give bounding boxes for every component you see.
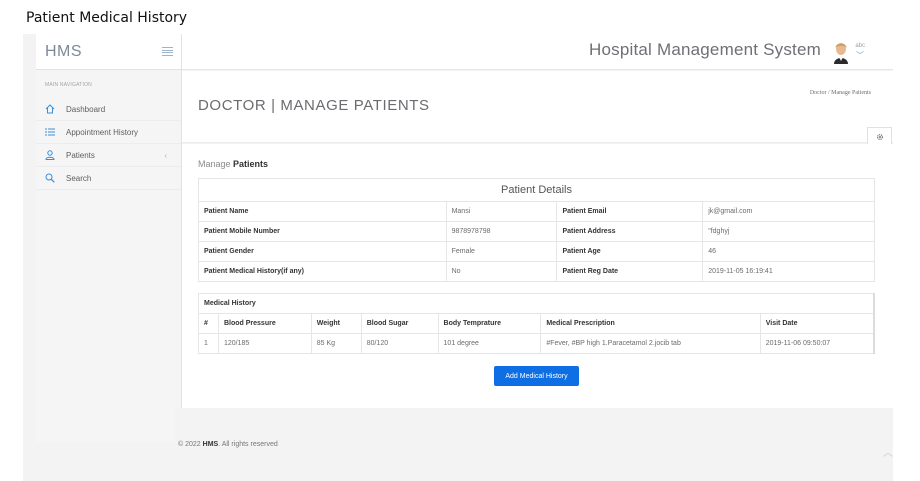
user-icon [44,150,56,160]
copyright-suffix: . All rights reserved [218,441,278,448]
search-icon [44,173,56,183]
sidebar-item-patients[interactable]: Patients ‹ [36,144,181,167]
app-frame: HMS MAIN NAVIGATION Dashboard Appointmen… [23,34,893,481]
table-row: Patient Name Mansi Patient Email jk@gmai… [198,201,875,222]
table-cell: 2019-11-06 09:50:07 [759,333,875,354]
field-value: No [445,261,558,282]
table-cell: #Fever, #BP high 1.Paracetamol 2.jocib t… [540,333,761,354]
column-header: Weight [310,313,362,334]
gear-icon [876,133,884,143]
sidebar-item-dashboard[interactable]: Dashboard [36,98,181,121]
home-icon [44,104,56,114]
column-header: Blood Sugar [360,313,439,334]
add-medical-history-button[interactable]: Add Medical History [494,366,579,386]
field-label: Patient Mobile Number [198,221,447,242]
table-header-row: # Blood Pressure Weight Blood Sugar Body… [198,313,875,334]
chevron-down-icon[interactable]: ﹀ [856,50,864,61]
field-label: Patient Age [556,241,704,262]
sidebar: HMS MAIN NAVIGATION Dashboard Appointmen… [36,34,182,442]
sidebar-item-label: Dashboard [66,104,106,114]
field-value: jk@gmail.com [702,201,875,222]
section-label-bold: Patients [233,159,269,169]
top-header: Hospital Management System abc ﹀ [182,34,893,70]
field-value: "fdghyj [702,221,875,242]
table-cell: 1 [198,333,219,354]
field-label: Patient Address [556,221,704,242]
field-label: Patient Gender [198,241,447,262]
medical-history-table: Medical History # Blood Pressure Weight … [198,293,875,354]
section-label-prefix: Manage [198,159,231,169]
table-caption-row: Medical History [198,293,875,314]
patient-details-table: Patient Details Patient Name Mansi Patie… [198,178,875,282]
field-label: Patient Medical History(if any) [198,261,447,282]
footer: © 2022 HMS. All rights reserved ︿ [175,408,893,468]
field-value: Female [445,241,558,262]
page-title-band: DOCTOR | MANAGE PATIENTS Doctor / Manage… [182,71,893,149]
table-caption-row: Patient Details [198,178,875,202]
field-label: Patient Name [198,201,447,222]
user-avatar[interactable] [831,40,851,64]
scroll-to-top-icon[interactable]: ︿ [883,444,893,459]
menu-toggle-icon[interactable] [162,47,173,56]
brand-bar: HMS [36,34,181,70]
column-header: Visit Date [759,313,875,334]
sidebar-item-label: Appointment History [66,127,139,137]
system-title: Hospital Management System [589,40,821,59]
table-caption: Patient Details [198,178,875,202]
sidebar-item-label: Patients [66,150,95,160]
sidebar-item-appointment-history[interactable]: Appointment History [36,121,181,144]
nav-heading: MAIN NAVIGATION [45,82,92,88]
table-caption: Medical History [198,293,875,314]
table-cell: 120/185 [217,333,312,354]
field-value: 9878978798 [445,221,558,242]
table-cell: 101 degree [437,333,542,354]
column-header: Blood Pressure [217,313,312,334]
main-content: Manage Patients Patient Details Patient … [182,144,893,408]
brand-logo[interactable]: HMS [45,43,82,61]
field-value: 46 [702,241,875,262]
breadcrumb[interactable]: Doctor / Manage Patients [810,90,871,96]
column-header: Body Temprature [437,313,542,334]
table-row: Patient Mobile Number 9878978798 Patient… [198,221,875,242]
screenshot-caption: Patient Medical History [26,10,188,26]
section-label: Manage Patients [198,159,268,169]
table-row: Patient Medical History(if any) No Patie… [198,261,875,282]
list-icon [44,127,56,137]
copyright-prefix: © 2022 [178,441,201,448]
sidebar-item-label: Search [66,173,92,183]
field-value: 2019-11-05 16:19:41 [702,261,875,282]
table-row: 1 120/185 85 Kg 80/120 101 degree #Fever… [198,333,875,354]
field-label: Patient Reg Date [556,261,704,282]
sidebar-item-search[interactable]: Search [36,167,181,190]
table-cell: 80/120 [360,333,439,354]
column-header: Medical Prescription [540,313,761,334]
field-value: Mansi [445,201,558,222]
chevron-left-icon: ‹ [164,150,167,160]
copyright-brand: HMS [202,441,219,448]
column-header: # [198,313,219,334]
copyright: © 2022 HMS. All rights reserved [178,441,278,448]
user-name[interactable]: abc [855,43,865,49]
page-title: DOCTOR | MANAGE PATIENTS [198,97,430,114]
table-row: Patient Gender Female Patient Age 46 [198,241,875,262]
table-cell: 85 Kg [310,333,362,354]
field-label: Patient Email [556,201,704,222]
